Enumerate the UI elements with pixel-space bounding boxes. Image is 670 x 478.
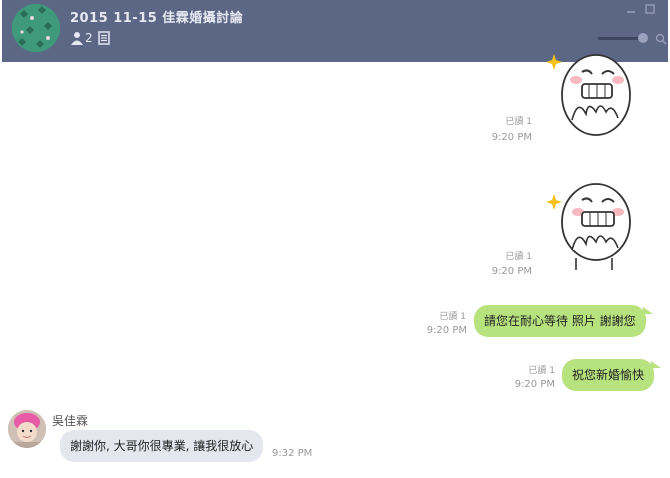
my-message-bubble[interactable]: 祝您新婚愉快 — [562, 359, 662, 391]
bubble-tail — [651, 361, 662, 368]
incoming-message-bubble[interactable]: 謝謝你, 大哥你很專業, 讓我很放心 — [60, 430, 264, 462]
members-icon[interactable] — [70, 31, 84, 45]
message-time: 9:20 PM — [491, 266, 532, 277]
group-avatar[interactable] — [12, 4, 60, 52]
zoom-slider-knob[interactable] — [638, 33, 648, 43]
message-time: 9:32 PM — [272, 448, 313, 459]
maximize-icon[interactable] — [645, 4, 655, 14]
sender-name: 吳佳霖 — [52, 414, 89, 428]
message-time: 9:20 PM — [426, 325, 467, 336]
read-receipt: 已讀 1 — [439, 312, 466, 322]
read-receipt: 已讀 1 — [528, 366, 555, 376]
message-time: 9:20 PM — [514, 379, 555, 390]
message-time: 9:20 PM — [491, 132, 532, 143]
message-text: 祝您新婚愉快 — [572, 368, 645, 382]
minimize-icon[interactable] — [626, 4, 636, 14]
message-text: 謝謝你, 大哥你很專業, 讓我很放心 — [70, 439, 254, 453]
sticker-message[interactable] — [542, 50, 632, 145]
sender-avatar[interactable] — [8, 410, 46, 448]
notes-icon[interactable] — [98, 31, 110, 45]
zoom-icon[interactable] — [655, 33, 667, 45]
member-count: 2 — [85, 31, 93, 45]
bubble-tail — [642, 307, 653, 314]
chat-title: 2015 11-15 佳霖婚攝討論 — [70, 11, 244, 26]
message-text: 請您在耐心等待 照片 謝謝您 — [484, 314, 636, 328]
my-message-bubble[interactable]: 請您在耐心等待 照片 謝謝您 — [474, 305, 653, 337]
read-receipt: 已讀 1 — [505, 117, 532, 127]
sticker-message[interactable] — [542, 178, 632, 273]
read-receipt: 已讀 1 — [505, 252, 532, 262]
